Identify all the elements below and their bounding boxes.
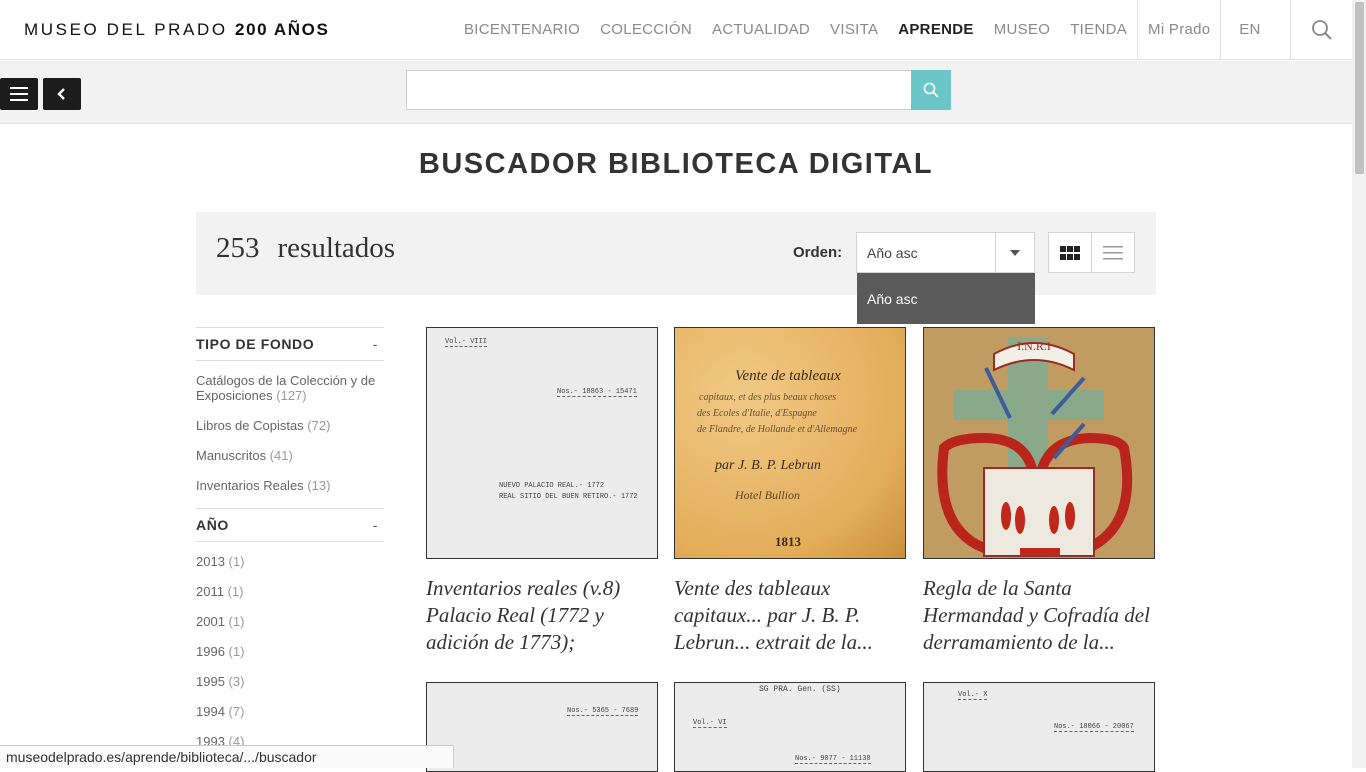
nav-item-aprende[interactable]: APRENDE [888, 0, 983, 60]
filter-list-ano: 2013 (1) 2011 (1) 2001 (1) 1996 (1) 1995… [196, 542, 384, 749]
search-icon [923, 82, 939, 98]
grid-view-icon [1059, 245, 1080, 260]
filter-item[interactable]: 1996 (1) [196, 644, 384, 659]
results-number: 253 [216, 232, 260, 264]
card-thumbnail[interactable]: Vol.- X Nos.- 18066 - 20067 [923, 682, 1155, 772]
order-dropdown: Año asc [857, 273, 1035, 324]
filter-item[interactable]: Inventarios Reales (13) [196, 478, 384, 493]
filter-group-ano[interactable]: AÑO - [196, 508, 384, 542]
language-switch[interactable]: EN [1220, 0, 1278, 60]
nav-item-tienda[interactable]: TIENDA [1060, 0, 1137, 60]
result-card[interactable]: Vente de tableaux capitaux, et des plus … [674, 327, 906, 656]
filter-item[interactable]: 2001 (1) [196, 614, 384, 629]
filter-item[interactable]: Manuscritos (41) [196, 448, 384, 463]
filter-item[interactable]: Catálogos de la Colección y de Exposicio… [196, 373, 384, 403]
filter-group-title: AÑO [196, 517, 229, 533]
card-thumbnail[interactable]: Vol.- VIII Nos.- 18863 - 15471 NUEVO PAL… [426, 327, 658, 559]
scrollbar-thumb[interactable] [1355, 2, 1364, 174]
scroll-inscription: I.N.R.I [1017, 339, 1051, 353]
card-thumbnail[interactable]: Vente de tableaux capitaux, et des plus … [674, 327, 906, 559]
page-title: BUSCADOR BIBLIOTECA DIGITAL [418, 148, 934, 180]
main-nav: BICENTENARIO COLECCIÓN ACTUALIDAD VISITA… [454, 0, 1278, 60]
nav-item-visita[interactable]: VISITA [820, 0, 888, 60]
search-bar-area [0, 61, 1352, 124]
filters-sidebar: TIPO DE FONDO - Catálogos de la Colecció… [196, 327, 384, 764]
caret-down-icon[interactable] [995, 233, 1034, 272]
library-search-input[interactable] [406, 70, 912, 110]
filter-item[interactable]: 1994 (7) [196, 704, 384, 719]
nav-item-coleccion[interactable]: COLECCIÓN [590, 0, 702, 60]
result-card[interactable]: Nos.- 5365 - 7689 [426, 682, 658, 772]
view-toggle [1048, 232, 1135, 273]
search-icon [1311, 20, 1332, 40]
nav-item-actualidad[interactable]: ACTUALIDAD [702, 0, 820, 60]
back-button[interactable] [43, 78, 81, 110]
site-logo[interactable]: MUSEO DEL PRADO 200 AÑOS [24, 20, 329, 40]
list-view-button[interactable] [1092, 233, 1135, 272]
filter-list-tipo: Catálogos de la Colección y de Exposicio… [196, 361, 384, 493]
result-card[interactable]: I.N.R.I Regla de la Santa Hermandad y Co… [923, 327, 1155, 656]
order-select-value: Año asc [867, 245, 918, 261]
card-thumbnail[interactable]: Nos.- 5365 - 7689 [426, 682, 658, 772]
results-word: resultados [277, 232, 396, 264]
filter-group-title: TIPO DE FONDO [196, 336, 315, 352]
card-thumbnail[interactable]: I.N.R.I [923, 327, 1155, 559]
collapse-toggle[interactable]: - [373, 509, 378, 541]
order-label: Orden: [793, 244, 843, 261]
filter-item[interactable]: 2011 (1) [196, 584, 384, 599]
nav-item-museo[interactable]: MUSEO [984, 0, 1061, 60]
order-option-ano-asc[interactable]: Año asc [867, 291, 918, 307]
grid-view-button[interactable] [1049, 233, 1092, 272]
top-header: MUSEO DEL PRADO 200 AÑOS BICENTENARIO CO… [0, 0, 1352, 60]
search-submit-button[interactable] [911, 70, 951, 110]
card-title[interactable]: Regla de la Santa Hermandad y Cofradía d… [923, 575, 1155, 656]
results-count: 253 resultados [216, 232, 395, 265]
filter-item[interactable]: Libros de Copistas (72) [196, 418, 384, 433]
filter-item[interactable]: 2013 (1) [196, 554, 384, 569]
collapse-toggle[interactable]: - [373, 328, 378, 360]
card-title[interactable]: Inventarios reales (v.8) Palacio Real (1… [426, 575, 658, 656]
filter-group-tipo-de-fondo[interactable]: TIPO DE FONDO - [196, 327, 384, 361]
chevron-left-icon [57, 88, 65, 100]
filter-item[interactable]: 1995 (3) [196, 674, 384, 689]
menu-button[interactable] [0, 78, 38, 110]
card-title[interactable]: Vente des tableaux capitaux... par J. B.… [674, 575, 906, 656]
result-card[interactable]: SG PRA. Gen. (SS) Vol.- VI Nos.- 9077 - … [674, 682, 906, 772]
illumination-image: I.N.R.I [924, 328, 1154, 558]
order-select[interactable]: Año asc [856, 232, 1035, 273]
header-search-button[interactable] [1290, 0, 1352, 60]
status-url-bar: museodelprado.es/aprende/biblioteca/.../… [0, 745, 454, 768]
nav-item-bicentenario[interactable]: BICENTENARIO [454, 0, 590, 60]
result-card[interactable]: Vol.- VIII Nos.- 18863 - 15471 NUEVO PAL… [426, 327, 658, 656]
list-view-icon [1102, 245, 1123, 259]
nav-item-mi-prado[interactable]: Mi Prado [1137, 0, 1220, 60]
hamburger-icon [10, 87, 28, 101]
result-card[interactable]: Vol.- X Nos.- 18066 - 20067 [923, 682, 1155, 772]
card-thumbnail[interactable]: SG PRA. Gen. (SS) Vol.- VI Nos.- 9077 - … [674, 682, 906, 772]
